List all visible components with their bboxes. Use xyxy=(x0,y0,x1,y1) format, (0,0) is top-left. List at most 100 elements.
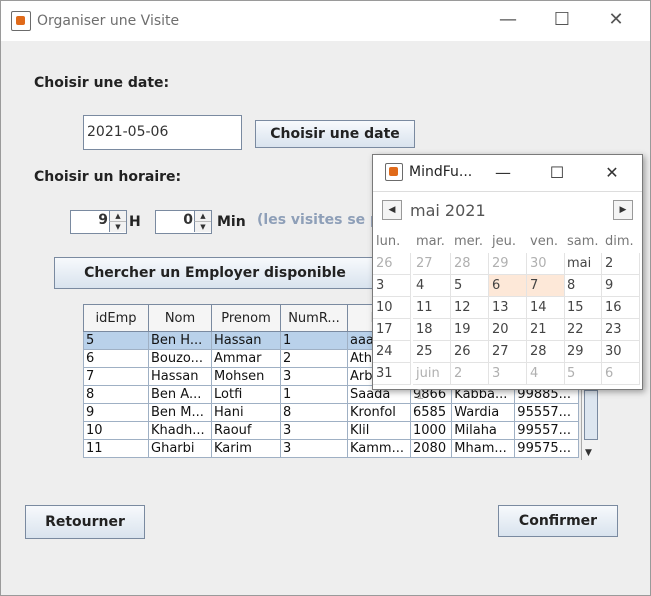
table-cell: Ammar xyxy=(211,349,281,368)
calendar-day[interactable]: 9 xyxy=(602,275,640,297)
table-scrollbar[interactable]: ▼ xyxy=(581,386,600,460)
calendar-day[interactable]: 2 xyxy=(602,253,640,275)
table-cell: 8 xyxy=(83,385,149,404)
search-employee-button[interactable]: Chercher un Employer disponible xyxy=(54,257,376,289)
calendar-day[interactable]: 19 xyxy=(451,319,489,341)
calendar-day[interactable]: 22 xyxy=(564,319,602,341)
calendar-day[interactable]: 16 xyxy=(602,297,640,319)
calendar-day[interactable]: 28 xyxy=(527,341,565,363)
calendar-day[interactable]: 31 xyxy=(373,363,411,385)
calendar-grid: lun. mar. mer. jeu. ven. sam. dim. 26 27 28 29 30 ma… xyxy=(373,231,642,403)
calendar-day[interactable]: 13 xyxy=(489,297,527,319)
close-button[interactable]: ✕ xyxy=(593,5,639,35)
calendar-day[interactable]: mai xyxy=(564,253,602,275)
calendar-day[interactable]: 14 xyxy=(527,297,565,319)
calendar-day[interactable]: 4 xyxy=(527,363,565,385)
calendar-day[interactable]: 5 xyxy=(451,275,489,297)
minute-spinner[interactable]: 0 ▲ ▼ xyxy=(155,210,212,234)
calendar-day[interactable]: 17 xyxy=(373,319,411,341)
calendar-week-row: 24 25 26 27 28 29 30 xyxy=(373,341,642,363)
calendar-day[interactable]: 10 xyxy=(373,297,411,319)
next-month-icon[interactable]: ▶ xyxy=(613,200,633,220)
calendar-day[interactable]: 3 xyxy=(373,275,411,297)
table-cell: Ben A... xyxy=(148,385,212,404)
column-header[interactable]: Prenom xyxy=(211,304,281,332)
confirm-button[interactable]: Confirmer xyxy=(498,505,618,537)
calendar-day[interactable]: 28 xyxy=(451,253,489,275)
window-title: Organiser une Visite xyxy=(37,13,180,29)
table-row[interactable]: 10 Khadh... Raouf 3 Klil 1000 Milaha 99557... xyxy=(83,421,579,440)
weekday-label: mar. xyxy=(416,234,445,249)
prev-month-icon[interactable]: ◀ xyxy=(382,200,402,220)
table-cell: Ben M... xyxy=(148,403,212,422)
date-field[interactable]: 2021-05-06 xyxy=(83,115,242,150)
table-cell: Raouf xyxy=(211,421,281,440)
calendar-day[interactable]: 18 xyxy=(413,319,451,341)
calendar-week-row: 17 18 19 20 21 22 23 xyxy=(373,319,642,341)
calendar-close-button[interactable]: ✕ xyxy=(592,159,632,187)
table-cell: Klil xyxy=(347,421,411,440)
table-cell: Mohsen xyxy=(211,367,281,386)
calendar-day[interactable]: 27 xyxy=(489,341,527,363)
column-header[interactable]: Nom xyxy=(148,304,212,332)
calendar-popup: MindFu... — ☐ ✕ ◀ mai 2021 ▶ lun. mar. mer… xyxy=(372,154,643,403)
calendar-day[interactable]: 11 xyxy=(413,297,451,319)
hour-spinner[interactable]: 9 ▲ ▼ xyxy=(70,210,127,234)
calendar-day[interactable]: 26 xyxy=(451,341,489,363)
weekday-label: lun. xyxy=(376,234,401,249)
back-button[interactable]: Retourner xyxy=(25,505,145,539)
calendar-day[interactable]: 2 xyxy=(451,363,489,385)
calendar-day[interactable]: 5 xyxy=(564,363,602,385)
table-cell: 2 xyxy=(280,349,348,368)
calendar-minimize-button[interactable]: — xyxy=(483,159,523,187)
hour-up-arrow-icon[interactable]: ▲ xyxy=(109,211,126,222)
calendar-day[interactable]: juin 1 xyxy=(413,363,451,403)
table-row[interactable]: 11 Gharbi Karim 3 Kamm... 2080 Mham... 99575... xyxy=(83,439,579,458)
date-label: Choisir une date: xyxy=(34,75,170,91)
calendar-day[interactable]: 30 xyxy=(527,253,565,275)
scroll-down-arrow-icon[interactable]: ▼ xyxy=(585,448,592,458)
table-cell: 1 xyxy=(280,331,348,350)
calendar-day[interactable]: 3 xyxy=(489,363,527,385)
calendar-day[interactable]: 25 xyxy=(413,341,451,363)
table-cell: 99557... xyxy=(514,421,579,440)
minute-down-arrow-icon[interactable]: ▼ xyxy=(194,222,211,232)
choose-date-button[interactable]: Choisir une date xyxy=(255,120,415,148)
calendar-day[interactable]: 20 xyxy=(489,319,527,341)
calendar-day[interactable]: 24 xyxy=(373,341,411,363)
calendar-day[interactable]: 7 xyxy=(527,275,565,297)
table-cell: Wardia xyxy=(451,403,516,422)
table-cell: 2080 xyxy=(409,439,453,458)
table-cell: 10 xyxy=(83,421,149,440)
minimize-button[interactable]: — xyxy=(485,5,531,35)
table-row[interactable]: 9 Ben M... Hani 8 Kronfol 6585 Wardia 95557... xyxy=(83,403,579,422)
calendar-maximize-button[interactable]: ☐ xyxy=(537,159,577,187)
maximize-button[interactable]: ☐ xyxy=(539,5,585,35)
calendar-day[interactable]: 27 xyxy=(413,253,451,275)
hour-down-arrow-icon[interactable]: ▼ xyxy=(109,222,126,232)
table-cell: 1000 xyxy=(409,421,453,440)
minute-value: 0 xyxy=(183,212,193,228)
calendar-day[interactable]: 23 xyxy=(602,319,640,341)
minute-unit-label: Min xyxy=(217,214,246,230)
table-cell: 11 xyxy=(83,439,149,458)
scrollbar-thumb[interactable] xyxy=(584,390,598,440)
calendar-day[interactable]: 30 xyxy=(602,341,640,363)
calendar-day[interactable]: 12 xyxy=(451,297,489,319)
column-header[interactable]: idEmp xyxy=(83,304,149,332)
minute-up-arrow-icon[interactable]: ▲ xyxy=(194,211,211,222)
calendar-day[interactable]: 26 xyxy=(373,253,411,275)
table-cell: 3 xyxy=(280,439,348,458)
calendar-day[interactable]: 4 xyxy=(413,275,451,297)
calendar-day[interactable]: 6 xyxy=(602,363,640,385)
calendar-day[interactable]: 29 xyxy=(564,341,602,363)
calendar-day[interactable]: 6 xyxy=(489,275,527,297)
table-cell: Hassan xyxy=(148,367,212,386)
calendar-week-row: 31 juin 123456 xyxy=(373,363,642,403)
column-header[interactable]: NumR... xyxy=(280,304,348,332)
calendar-day[interactable]: 21 xyxy=(527,319,565,341)
calendar-day[interactable]: 8 xyxy=(564,275,602,297)
table-cell: Gharbi xyxy=(148,439,212,458)
calendar-day[interactable]: 29 xyxy=(489,253,527,275)
calendar-day[interactable]: 15 xyxy=(564,297,602,319)
